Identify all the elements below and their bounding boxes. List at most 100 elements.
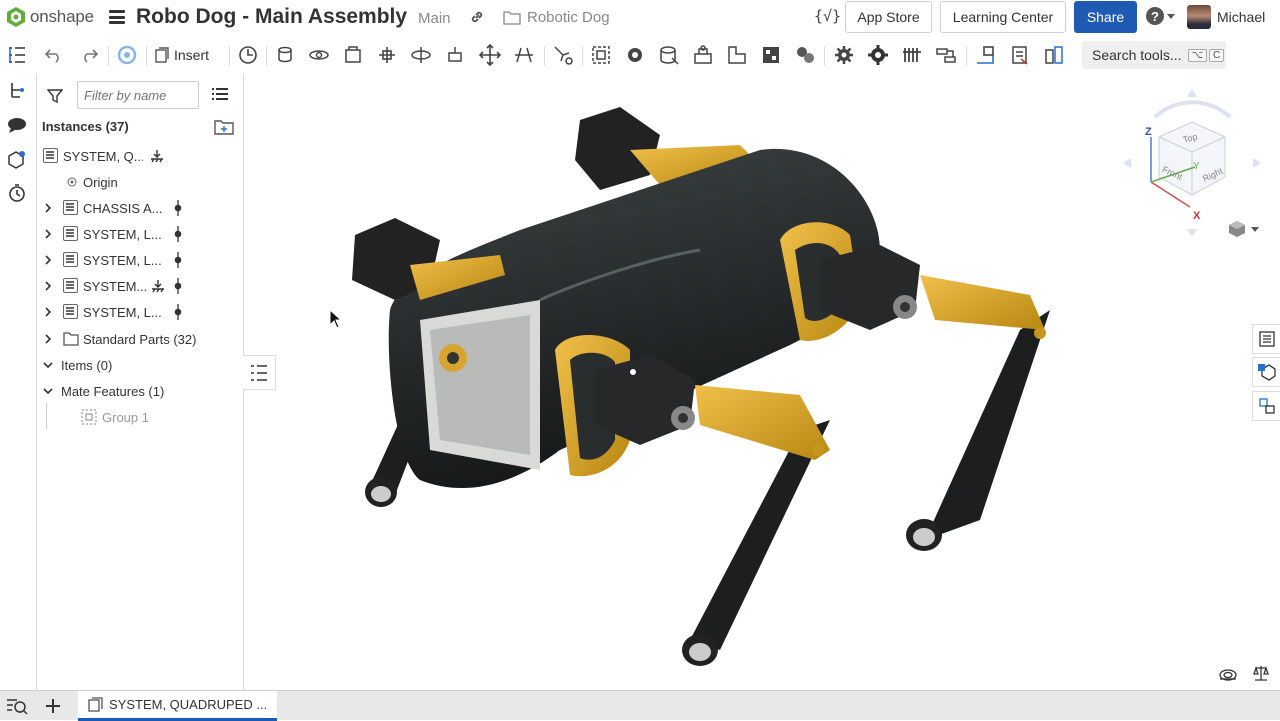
mate-values-panel-button[interactable] bbox=[1252, 391, 1280, 421]
mate-connector-icon[interactable] bbox=[552, 44, 574, 66]
assembly-icon bbox=[63, 226, 78, 241]
slider-mate-icon[interactable] bbox=[342, 44, 364, 66]
share-button[interactable]: Share bbox=[1074, 1, 1137, 33]
learning-center-button[interactable]: Learning Center bbox=[940, 1, 1066, 33]
replicate-icon[interactable] bbox=[624, 44, 646, 66]
gear-icon[interactable] bbox=[833, 44, 855, 66]
help-menu[interactable]: ? bbox=[1146, 7, 1175, 25]
chevron-right-icon[interactable] bbox=[42, 228, 54, 240]
undo-icon[interactable] bbox=[43, 44, 65, 66]
chevron-right-icon[interactable] bbox=[42, 202, 54, 214]
assembly-icon bbox=[63, 304, 78, 319]
axis-z-label: Z bbox=[1145, 126, 1152, 138]
revolute-mate-icon[interactable] bbox=[308, 44, 330, 66]
mate-connector-icon bbox=[174, 226, 182, 242]
explode-icon[interactable] bbox=[1043, 44, 1065, 66]
folder-icon bbox=[63, 332, 79, 346]
shortcut-key-c: C bbox=[1209, 48, 1225, 62]
variables-icon[interactable]: {√} bbox=[814, 7, 841, 25]
cylindrical-mate-icon[interactable] bbox=[410, 44, 432, 66]
tree-item-system-root[interactable]: SYSTEM, Q... bbox=[37, 145, 243, 167]
display-states-icon[interactable] bbox=[237, 44, 259, 66]
tree-item-system-leg-3[interactable]: SYSTEM... bbox=[37, 275, 243, 297]
insert-button[interactable]: Insert bbox=[155, 44, 209, 66]
bom-panel-button[interactable] bbox=[1252, 324, 1280, 354]
folder-breadcrumb[interactable]: Robotic Dog bbox=[503, 9, 610, 26]
onshape-logo[interactable]: onshape bbox=[6, 6, 94, 28]
rack-pinion-icon[interactable] bbox=[726, 44, 748, 66]
camera-icon[interactable] bbox=[1218, 666, 1238, 682]
appearance-icon[interactable] bbox=[6, 148, 28, 170]
assembly-icon bbox=[63, 252, 78, 267]
document-title[interactable]: Robo Dog - Main Assembly bbox=[136, 5, 407, 29]
chevron-down-icon[interactable] bbox=[42, 359, 54, 371]
3d-viewport[interactable] bbox=[244, 73, 1252, 690]
history-icon[interactable] bbox=[6, 182, 28, 204]
screw-relation-icon[interactable] bbox=[760, 44, 782, 66]
section-items[interactable]: Items (0) bbox=[37, 354, 243, 376]
tree-item-label: Standard Parts (32) bbox=[83, 331, 197, 347]
appearance-icon bbox=[1257, 364, 1276, 381]
group-icon[interactable] bbox=[590, 44, 612, 66]
tab-manager-icon[interactable] bbox=[6, 697, 28, 715]
chevron-right-icon[interactable] bbox=[42, 280, 54, 292]
feature-list-icon[interactable] bbox=[6, 44, 28, 66]
insert-icon bbox=[155, 47, 169, 63]
mate-connector-icon bbox=[174, 304, 182, 320]
tree-item-system-leg-4[interactable]: SYSTEM, L... bbox=[37, 301, 243, 323]
search-tools-input[interactable]: Search tools... ⌥ C bbox=[1082, 41, 1226, 69]
parallel-mate-icon[interactable] bbox=[513, 44, 535, 66]
ball-mate-icon[interactable] bbox=[479, 44, 501, 66]
cube-render-icon bbox=[1229, 221, 1245, 237]
linear-icon[interactable] bbox=[935, 44, 957, 66]
update-icon[interactable] bbox=[116, 44, 138, 66]
bom-icon bbox=[1258, 331, 1275, 347]
chevron-right-icon[interactable] bbox=[42, 306, 54, 318]
comments-icon[interactable] bbox=[6, 114, 28, 136]
axis-y-label: Y bbox=[1193, 161, 1200, 172]
linear-relation-icon[interactable] bbox=[794, 44, 816, 66]
add-tab-icon[interactable] bbox=[45, 698, 61, 714]
measure-icon[interactable] bbox=[974, 44, 996, 66]
top-bar: onshape Robo Dog - Main Assembly Main Ro… bbox=[0, 0, 1280, 36]
tree-item-system-leg-1[interactable]: SYSTEM, L... bbox=[37, 223, 243, 245]
link-icon[interactable] bbox=[469, 9, 485, 30]
chevron-right-icon[interactable] bbox=[42, 254, 54, 266]
main-menu-icon[interactable] bbox=[109, 10, 125, 24]
tree-item-standard-parts[interactable]: Standard Parts (32) bbox=[37, 328, 243, 350]
robo-dog-model bbox=[352, 107, 1050, 666]
pin-slot-mate-icon[interactable] bbox=[444, 44, 466, 66]
rack-icon[interactable] bbox=[901, 44, 923, 66]
tree-item-system-leg-2[interactable]: SYSTEM, L... bbox=[37, 249, 243, 271]
tree-item-group-1[interactable]: Group 1 bbox=[37, 406, 243, 428]
filter-input[interactable] bbox=[77, 81, 199, 109]
filter-icon[interactable] bbox=[46, 88, 64, 109]
fastened-mate-icon[interactable] bbox=[274, 44, 296, 66]
view-mode-menu[interactable] bbox=[1228, 220, 1259, 238]
branch-name[interactable]: Main bbox=[418, 10, 451, 27]
chevron-down-icon[interactable] bbox=[42, 385, 54, 397]
gear-relation-2-icon[interactable] bbox=[867, 44, 889, 66]
tab-assembly[interactable]: SYSTEM, QUADRUPED ... bbox=[78, 691, 277, 721]
tree-item-label: SYSTEM, L... bbox=[83, 252, 162, 268]
tab-label: SYSTEM, QUADRUPED ... bbox=[109, 697, 268, 712]
planar-mate-icon[interactable] bbox=[376, 44, 398, 66]
new-folder-icon[interactable] bbox=[214, 119, 234, 140]
list-view-icon[interactable] bbox=[212, 87, 228, 106]
chevron-right-icon[interactable] bbox=[42, 333, 54, 345]
tree-item-chassis[interactable]: CHASSIS A... bbox=[37, 197, 243, 219]
section-mate-features[interactable]: Mate Features (1) bbox=[37, 380, 243, 402]
help-icon: ? bbox=[1146, 7, 1164, 25]
section-view-icon[interactable] bbox=[1009, 44, 1031, 66]
app-store-button[interactable]: App Store bbox=[845, 1, 932, 33]
section-label: Items (0) bbox=[61, 357, 113, 373]
redo-icon[interactable] bbox=[78, 44, 100, 66]
appearance-panel-button[interactable] bbox=[1252, 357, 1280, 387]
instances-title: Instances (37) bbox=[42, 119, 129, 134]
tree-item-origin[interactable]: Origin bbox=[37, 171, 243, 193]
instances-icon[interactable] bbox=[6, 80, 28, 102]
relation-icon[interactable] bbox=[658, 44, 680, 66]
gear-relation-icon[interactable] bbox=[692, 44, 714, 66]
units-icon[interactable] bbox=[1252, 664, 1270, 682]
user-menu[interactable]: Michael bbox=[1187, 5, 1265, 29]
